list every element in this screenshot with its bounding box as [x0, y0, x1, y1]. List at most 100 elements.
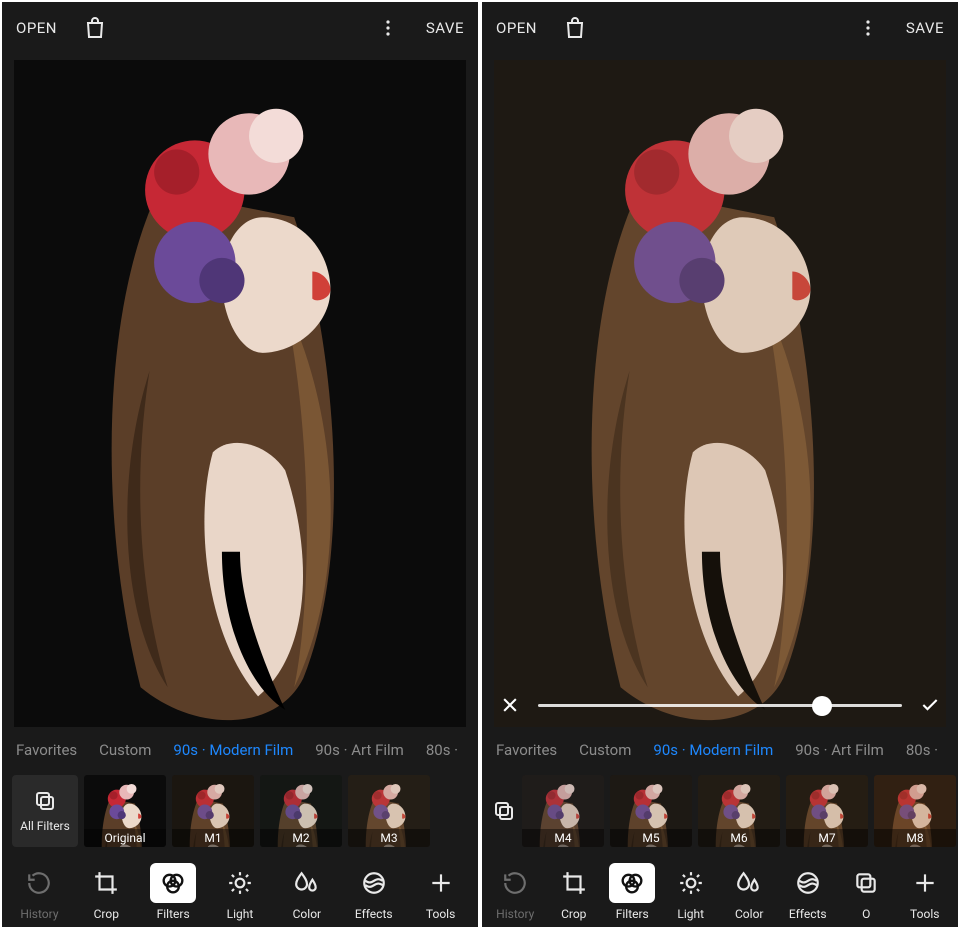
open-button[interactable]: OPEN	[16, 19, 57, 37]
history-label: History	[496, 907, 534, 921]
category-80s[interactable]: 80s ·	[426, 741, 458, 759]
light-icon	[668, 863, 714, 903]
light-button[interactable]: Light	[207, 863, 274, 921]
filter-thumb-label: M5	[610, 829, 692, 847]
effects-label: Effects	[355, 907, 393, 921]
filter-thumbnails: All Filters Original M1 M2 M3	[2, 767, 478, 849]
stack-icon	[492, 799, 516, 823]
screen-right: OPEN SAVE	[482, 2, 958, 927]
all-filters-button[interactable]: All Filters	[12, 775, 78, 847]
filter-thumb-label: M8	[874, 829, 956, 847]
filter-thumb-label: M2	[260, 829, 342, 847]
edited-photo	[14, 60, 466, 727]
category-90s-art-film[interactable]: 90s · Art Film	[315, 741, 404, 759]
category-custom[interactable]: Custom	[99, 741, 151, 759]
history-button[interactable]: History	[6, 863, 73, 921]
filter-thumb-label: M1	[172, 829, 254, 847]
image-canvas[interactable]	[2, 54, 478, 727]
effects-icon	[785, 863, 831, 903]
all-filters-label: All Filters	[20, 819, 70, 833]
plus-icon	[418, 863, 464, 903]
filter-thumb-m4[interactable]: M4	[522, 775, 604, 847]
filter-category-tabs: Favorites Custom 90s · Modern Film 90s ·…	[482, 727, 958, 767]
filter-thumb-original[interactable]: Original	[84, 775, 166, 847]
category-80s[interactable]: 80s ·	[906, 741, 938, 759]
filter-thumb-m3[interactable]: M3	[348, 775, 430, 847]
filter-intensity-row	[482, 691, 958, 719]
filter-thumb-label: M6	[698, 829, 780, 847]
stack-icon	[33, 789, 57, 813]
tools-button[interactable]: Tools	[896, 863, 955, 921]
edited-photo	[494, 60, 946, 727]
crop-label: Crop	[94, 907, 119, 921]
overlays-label: O	[862, 907, 870, 921]
category-90s-art-film[interactable]: 90s · Art Film	[795, 741, 884, 759]
category-favorites[interactable]: Favorites	[16, 741, 77, 759]
effects-icon	[351, 863, 397, 903]
color-button[interactable]: Color	[273, 863, 340, 921]
history-icon	[492, 863, 538, 903]
category-custom[interactable]: Custom	[579, 741, 631, 759]
top-bar: OPEN SAVE	[2, 2, 478, 54]
more-vert-icon[interactable]	[854, 14, 882, 42]
cancel-button[interactable]	[496, 691, 524, 719]
color-label: Color	[735, 907, 763, 921]
save-button[interactable]: SAVE	[906, 19, 944, 37]
category-90s-modern-film[interactable]: 90s · Modern Film	[173, 741, 293, 759]
category-90s-modern-film[interactable]: 90s · Modern Film	[653, 741, 773, 759]
shopping-bag-icon[interactable]	[561, 14, 589, 42]
tools-label: Tools	[910, 907, 939, 921]
filters-icon	[609, 863, 655, 903]
bottom-toolbar: History Crop Filters Light Color Effects	[482, 849, 958, 927]
light-icon	[217, 863, 263, 903]
filter-thumb-m8[interactable]: M8	[874, 775, 956, 847]
light-label: Light	[227, 907, 254, 921]
shopping-bag-icon[interactable]	[81, 14, 109, 42]
filter-thumb-m2[interactable]: M2	[260, 775, 342, 847]
all-filters-compact-button[interactable]	[492, 775, 516, 847]
category-favorites[interactable]: Favorites	[496, 741, 557, 759]
color-icon	[726, 863, 772, 903]
crop-button[interactable]: Crop	[545, 863, 604, 921]
filter-thumb-label: M3	[348, 829, 430, 847]
filters-label: Filters	[616, 907, 649, 921]
filter-thumb-m1[interactable]: M1	[172, 775, 254, 847]
filters-button[interactable]: Filters	[140, 863, 207, 921]
tools-button[interactable]: Tools	[407, 863, 474, 921]
crop-button[interactable]: Crop	[73, 863, 140, 921]
crop-icon	[83, 863, 129, 903]
light-button[interactable]: Light	[662, 863, 721, 921]
filter-thumb-m7[interactable]: M7	[786, 775, 868, 847]
plus-icon	[902, 863, 948, 903]
filters-icon	[150, 863, 196, 903]
crop-icon	[551, 863, 597, 903]
filter-thumb-m6[interactable]: M6	[698, 775, 780, 847]
filters-button[interactable]: Filters	[603, 863, 662, 921]
history-icon	[16, 863, 62, 903]
screen-left: OPEN SAVE Favorites Custom 90s · Modern …	[2, 2, 478, 927]
top-bar: OPEN SAVE	[482, 2, 958, 54]
effects-button[interactable]: Effects	[779, 863, 838, 921]
history-label: History	[20, 907, 58, 921]
overlays-button[interactable]: O	[837, 863, 896, 921]
overlays-icon	[843, 863, 889, 903]
more-vert-icon[interactable]	[374, 14, 402, 42]
color-label: Color	[293, 907, 321, 921]
color-button[interactable]: Color	[720, 863, 779, 921]
confirm-button[interactable]	[916, 691, 944, 719]
color-icon	[284, 863, 330, 903]
intensity-slider[interactable]	[538, 704, 902, 707]
save-button[interactable]: SAVE	[426, 19, 464, 37]
filter-thumb-m5[interactable]: M5	[610, 775, 692, 847]
filter-thumb-label: M7	[786, 829, 868, 847]
filters-label: Filters	[157, 907, 190, 921]
filter-thumb-label: M4	[522, 829, 604, 847]
open-button[interactable]: OPEN	[496, 19, 537, 37]
history-button[interactable]: History	[486, 863, 545, 921]
effects-button[interactable]: Effects	[340, 863, 407, 921]
filter-thumbnails: M4 M5 M6 M7 M8	[482, 767, 958, 849]
effects-label: Effects	[789, 907, 827, 921]
filter-thumb-label: Original	[84, 829, 166, 847]
light-label: Light	[677, 907, 704, 921]
image-canvas[interactable]	[482, 54, 958, 727]
